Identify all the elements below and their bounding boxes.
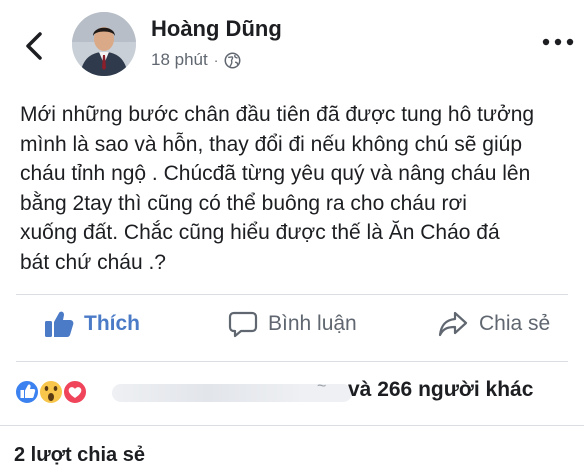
wow-reaction-icon bbox=[38, 379, 64, 405]
divider bbox=[16, 294, 568, 295]
meta-separator: · bbox=[213, 52, 219, 68]
reaction-icons-group bbox=[14, 379, 88, 405]
comment-button[interactable]: Bình luận bbox=[228, 310, 357, 338]
share-button[interactable]: Chia sẻ bbox=[437, 310, 550, 338]
chevron-left-icon bbox=[26, 32, 42, 60]
more-dots-icon bbox=[542, 38, 574, 46]
love-reaction-icon bbox=[62, 379, 88, 405]
globe-icon[interactable] bbox=[224, 52, 241, 69]
avatar[interactable] bbox=[72, 12, 136, 76]
share-label: Chia sẻ bbox=[479, 312, 551, 335]
post-actions-bar: Thích Bình luận Chia sẻ bbox=[0, 296, 584, 358]
divider bbox=[0, 425, 584, 426]
comment-bubble-icon bbox=[228, 311, 258, 338]
reaction-icons[interactable] bbox=[14, 378, 94, 406]
avatar-image bbox=[72, 12, 136, 76]
share-count[interactable]: 2 lượt chia sẻ bbox=[14, 444, 145, 467]
reactions-count-text[interactable]: và 266 người khác bbox=[348, 378, 533, 402]
thumbs-up-icon bbox=[45, 311, 74, 337]
like-label: Thích bbox=[84, 312, 140, 335]
divider bbox=[16, 361, 568, 362]
blur-artifact: ~ bbox=[317, 378, 327, 395]
blurred-reactor-names: ~ bbox=[112, 378, 352, 402]
post-time[interactable]: 18 phút bbox=[151, 50, 208, 70]
comment-label: Bình luận bbox=[268, 312, 357, 335]
back-button[interactable] bbox=[18, 28, 52, 64]
author-name[interactable]: Hoàng Dũng bbox=[151, 16, 282, 42]
post-header: Hoàng Dũng 18 phút · bbox=[0, 0, 584, 90]
like-button[interactable]: Thích bbox=[44, 310, 140, 338]
share-arrow-icon bbox=[438, 311, 468, 337]
post-meta: 18 phút · bbox=[151, 50, 241, 70]
reactions-summary: ~ và 266 người khác bbox=[14, 376, 574, 408]
more-options-button[interactable] bbox=[540, 30, 576, 54]
post-text: Mới những bước chân đầu tiên đã được tun… bbox=[20, 103, 535, 274]
like-reaction-icon bbox=[14, 379, 40, 405]
